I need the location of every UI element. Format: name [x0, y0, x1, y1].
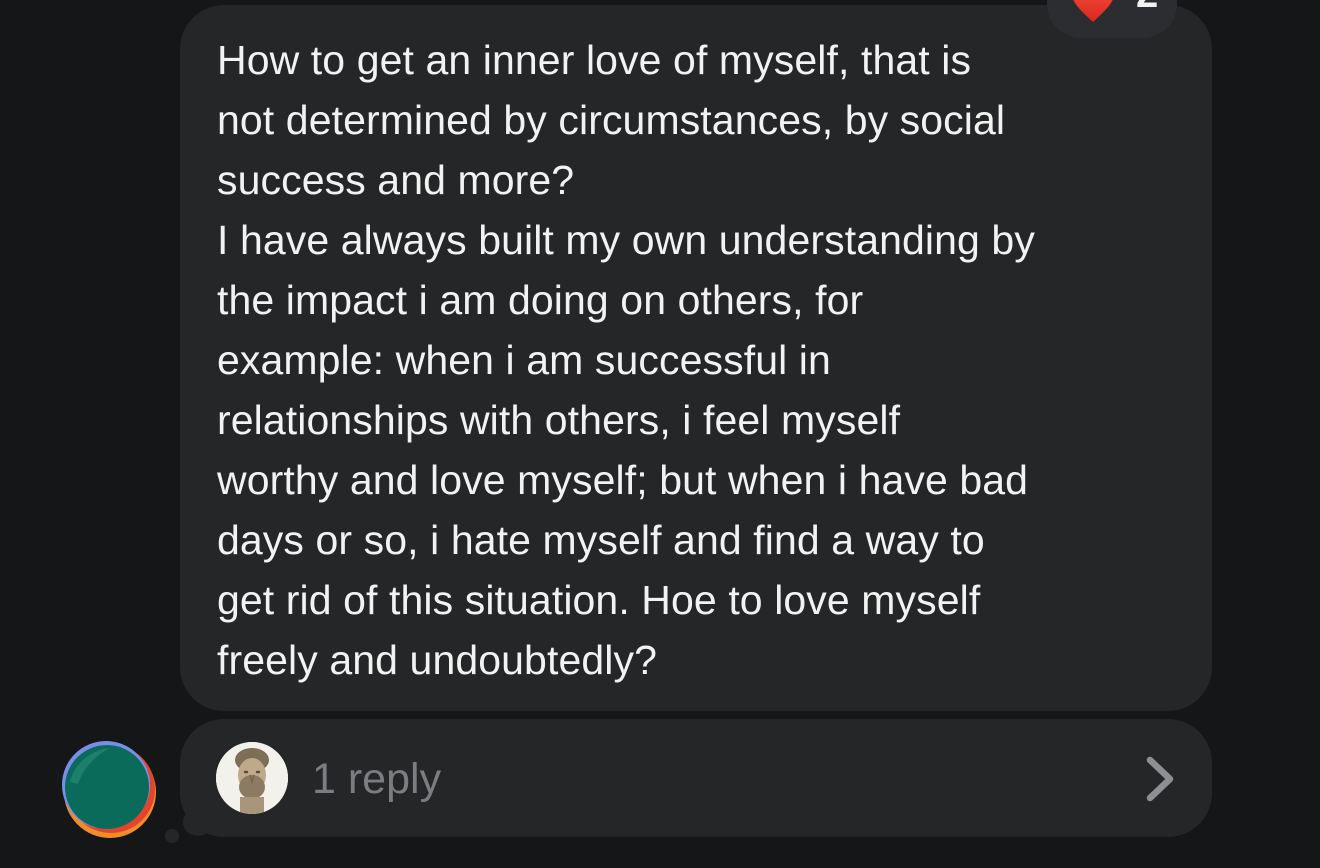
message-line: worthy and love myself; but when i have … — [217, 457, 1029, 503]
message-line: freely and undoubtedly? — [217, 637, 657, 683]
chat-screen: How to get an inner love of myself, that… — [0, 0, 1320, 868]
message-text: How to get an inner love of myself, that… — [217, 30, 1192, 690]
replier-avatar[interactable] — [216, 742, 288, 814]
message-line: I have always built my own understanding… — [217, 217, 1035, 263]
chevron-right-icon[interactable] — [1140, 756, 1180, 802]
sender-avatar[interactable] — [58, 740, 158, 840]
bubble-tail-dot — [165, 829, 179, 843]
message-line: the impact i am doing on others, for — [217, 277, 864, 323]
message-line: relationships with others, i feel myself — [217, 397, 901, 443]
message-line: days or so, i hate myself and find a way… — [217, 517, 985, 563]
reaction-count: 2 — [1136, 0, 1158, 14]
message-line: not determined by circumstances, by soci… — [217, 97, 1006, 143]
message-line: How to get an inner love of myself, that… — [217, 37, 972, 83]
marble-bust-avatar — [216, 742, 288, 814]
bubble-tail — [183, 808, 213, 836]
heart-icon[interactable] — [1070, 0, 1116, 24]
reply-count[interactable]: 1 reply — [312, 755, 441, 803]
message-line: example: when i am successful in — [217, 337, 831, 383]
message-line: success and more? — [217, 157, 575, 203]
message-line: get rid of this situation. Hoe to love m… — [217, 577, 981, 623]
